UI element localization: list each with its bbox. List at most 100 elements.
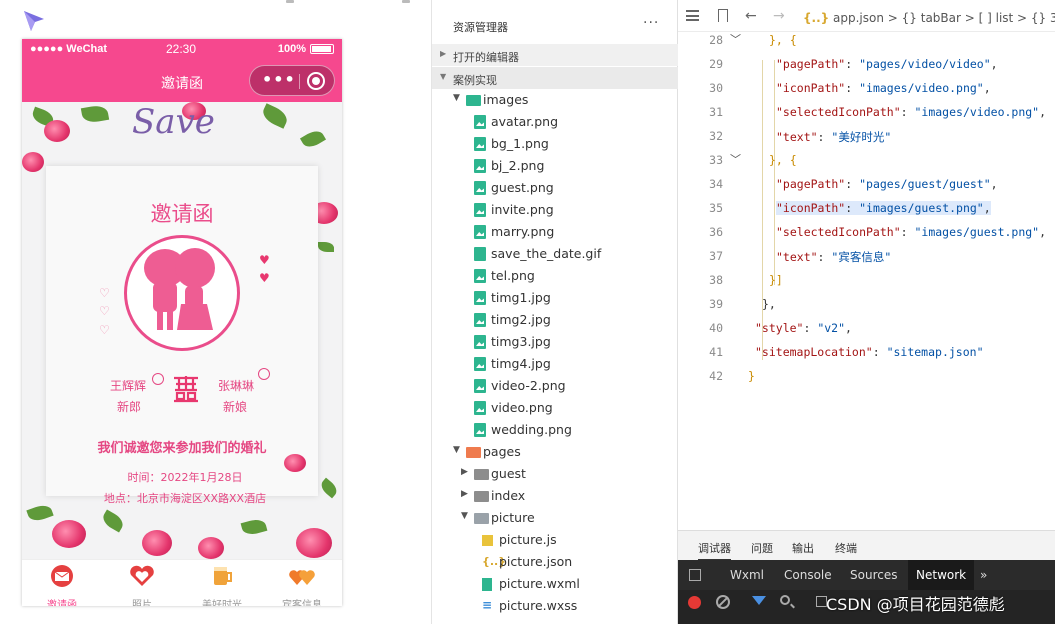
- file-item[interactable]: marry.png: [432, 221, 678, 243]
- chevron-right-icon[interactable]: ▶: [461, 489, 468, 499]
- file-name: marry.png: [491, 224, 555, 239]
- file-item[interactable]: bj_2.png: [432, 155, 678, 177]
- close-miniprogram-icon[interactable]: [307, 72, 325, 90]
- code-line[interactable]: 36 "selectedIconPath": "images/guest.png"…: [678, 221, 1055, 245]
- code-line[interactable]: 35 "iconPath": "images/guest.png",: [678, 197, 1055, 221]
- tab-sources[interactable]: Sources: [850, 568, 897, 582]
- code-line[interactable]: 40 "style": "v2",: [678, 317, 1055, 341]
- file-item[interactable]: wedding.png: [432, 419, 678, 441]
- tab-photo[interactable]: 照片: [102, 560, 182, 606]
- chevron-down-icon[interactable]: ▼: [453, 93, 460, 103]
- tab-bar: 邀请函 照片 美好时光 宾客信息: [22, 559, 342, 606]
- code-line[interactable]: 33 ﹀}, {: [678, 149, 1055, 173]
- code-token: ,: [1039, 105, 1047, 119]
- more-tabs-icon[interactable]: »: [980, 568, 987, 582]
- line-number: 34: [709, 177, 723, 191]
- tab-wxml[interactable]: Wxml: [730, 568, 764, 582]
- explorer-header: 资源管理器 ···: [432, 0, 678, 44]
- clear-icon[interactable]: [716, 595, 730, 609]
- bookmark-icon[interactable]: [718, 9, 728, 22]
- code-line[interactable]: 29 "pagePath": "pages/video/video",: [678, 53, 1055, 77]
- code-line[interactable]: 41 "sitemapLocation": "sitemap.json": [678, 341, 1055, 365]
- js-file-icon: [482, 535, 493, 546]
- file-item[interactable]: {..} picture.json: [432, 551, 678, 573]
- heart-outline-icon: ♡: [99, 286, 110, 300]
- file-name: wedding.png: [491, 422, 572, 437]
- chevron-down-icon[interactable]: ▼: [453, 445, 460, 455]
- inspect-element-icon[interactable]: [689, 569, 701, 581]
- chevron-down-icon[interactable]: ▼: [461, 511, 468, 521]
- fold-chevron-icon[interactable]: ﹀: [730, 151, 741, 167]
- file-item[interactable]: ≡ picture.wxss: [432, 595, 678, 617]
- file-item[interactable]: timg1.jpg: [432, 287, 678, 309]
- file-name: avatar.png: [491, 114, 559, 129]
- file-item[interactable]: save_the_date.gif: [432, 243, 678, 265]
- folder-item[interactable]: ▼ pages: [432, 441, 678, 463]
- filter-icon[interactable]: [752, 596, 766, 605]
- file-item[interactable]: bg_1.png: [432, 133, 678, 155]
- folder-item[interactable]: ▼ picture: [432, 507, 678, 529]
- chevron-right-icon[interactable]: ▶: [461, 467, 468, 477]
- code-token: },: [769, 33, 783, 47]
- code-line[interactable]: 37 "text": "宾客信息": [678, 245, 1055, 269]
- tab-network[interactable]: Network: [908, 560, 975, 590]
- folder-item[interactable]: ▼ images: [432, 89, 678, 111]
- back-arrow-icon[interactable]: ←: [745, 8, 757, 24]
- tab-problems[interactable]: 问题: [751, 540, 773, 556]
- file-name: timg1.jpg: [491, 290, 551, 305]
- search-icon[interactable]: [780, 595, 790, 605]
- tab-good-times[interactable]: 美好时光: [182, 560, 262, 606]
- file-item[interactable]: picture.wxml: [432, 573, 678, 595]
- tab-output[interactable]: 输出: [792, 540, 814, 556]
- line-number: 28: [709, 33, 723, 47]
- file-item[interactable]: video.png: [432, 397, 678, 419]
- list-icon[interactable]: [686, 10, 699, 21]
- more-dots-icon[interactable]: •••: [262, 70, 296, 89]
- breadcrumb[interactable]: {..} app.json > {} tabBar > [ ] list > {…: [803, 11, 1055, 25]
- code-token: ,: [990, 57, 998, 71]
- forward-arrow-icon[interactable]: →: [773, 8, 785, 24]
- tab-debugger[interactable]: 调试器: [698, 540, 731, 561]
- rose-decoration: [198, 537, 224, 559]
- code-line[interactable]: 31 "selectedIconPath": "images/video.png"…: [678, 101, 1055, 125]
- record-icon[interactable]: [688, 596, 701, 609]
- file-item[interactable]: avatar.png: [432, 111, 678, 133]
- folder-item[interactable]: ▶ index: [432, 485, 678, 507]
- fold-chevron-icon[interactable]: ﹀: [730, 31, 741, 47]
- phone-call-icon[interactable]: [152, 373, 164, 385]
- tab-guest-info[interactable]: 宾客信息: [262, 560, 342, 606]
- file-item[interactable]: picture.js: [432, 529, 678, 551]
- simulator-toolbar: [270, 0, 430, 4]
- phone-call-icon[interactable]: [258, 368, 270, 380]
- code-line[interactable]: 39},: [678, 293, 1055, 317]
- folder-item[interactable]: ▶ guest: [432, 463, 678, 485]
- save-the-date-title: Save: [132, 102, 215, 142]
- code-text: "iconPath": "images/guest.png",: [776, 201, 991, 215]
- file-item[interactable]: invite.png: [432, 199, 678, 221]
- tab-invite[interactable]: 邀请函: [22, 560, 102, 606]
- code-line[interactable]: 34 "pagePath": "pages/guest/guest",: [678, 173, 1055, 197]
- code-line[interactable]: 38}]: [678, 269, 1055, 293]
- tab-terminal[interactable]: 终端: [835, 540, 857, 556]
- code-line[interactable]: 42}: [678, 365, 1055, 389]
- file-item[interactable]: video-2.png: [432, 375, 678, 397]
- code-token: :: [845, 177, 860, 191]
- open-editors-section[interactable]: ▶ 打开的编辑器: [432, 44, 678, 66]
- file-item[interactable]: tel.png: [432, 265, 678, 287]
- file-item[interactable]: timg3.jpg: [432, 331, 678, 353]
- file-item[interactable]: guest.png: [432, 177, 678, 199]
- file-item[interactable]: timg4.jpg: [432, 353, 678, 375]
- line-number: 32: [709, 129, 723, 143]
- code-line[interactable]: 28 ﹀}, {: [678, 29, 1055, 53]
- file-item[interactable]: timg2.jpg: [432, 309, 678, 331]
- project-section[interactable]: ▼ 案例实现: [432, 67, 678, 89]
- leaf-decoration: [99, 509, 127, 533]
- code-token: "text": [776, 130, 818, 144]
- tab-console[interactable]: Console: [784, 568, 832, 582]
- code-line[interactable]: 32 "text": "美好时光": [678, 125, 1055, 149]
- explorer-more-button[interactable]: ···: [643, 15, 659, 31]
- file-explorer: 资源管理器 ··· ▶ 打开的编辑器 ▼ 案例实现 ▼ images avatar.…: [432, 0, 678, 624]
- code-line[interactable]: 30 "iconPath": "images/video.png",: [678, 77, 1055, 101]
- line-number: 31: [709, 105, 723, 119]
- code-text: "text": "宾客信息": [776, 249, 891, 265]
